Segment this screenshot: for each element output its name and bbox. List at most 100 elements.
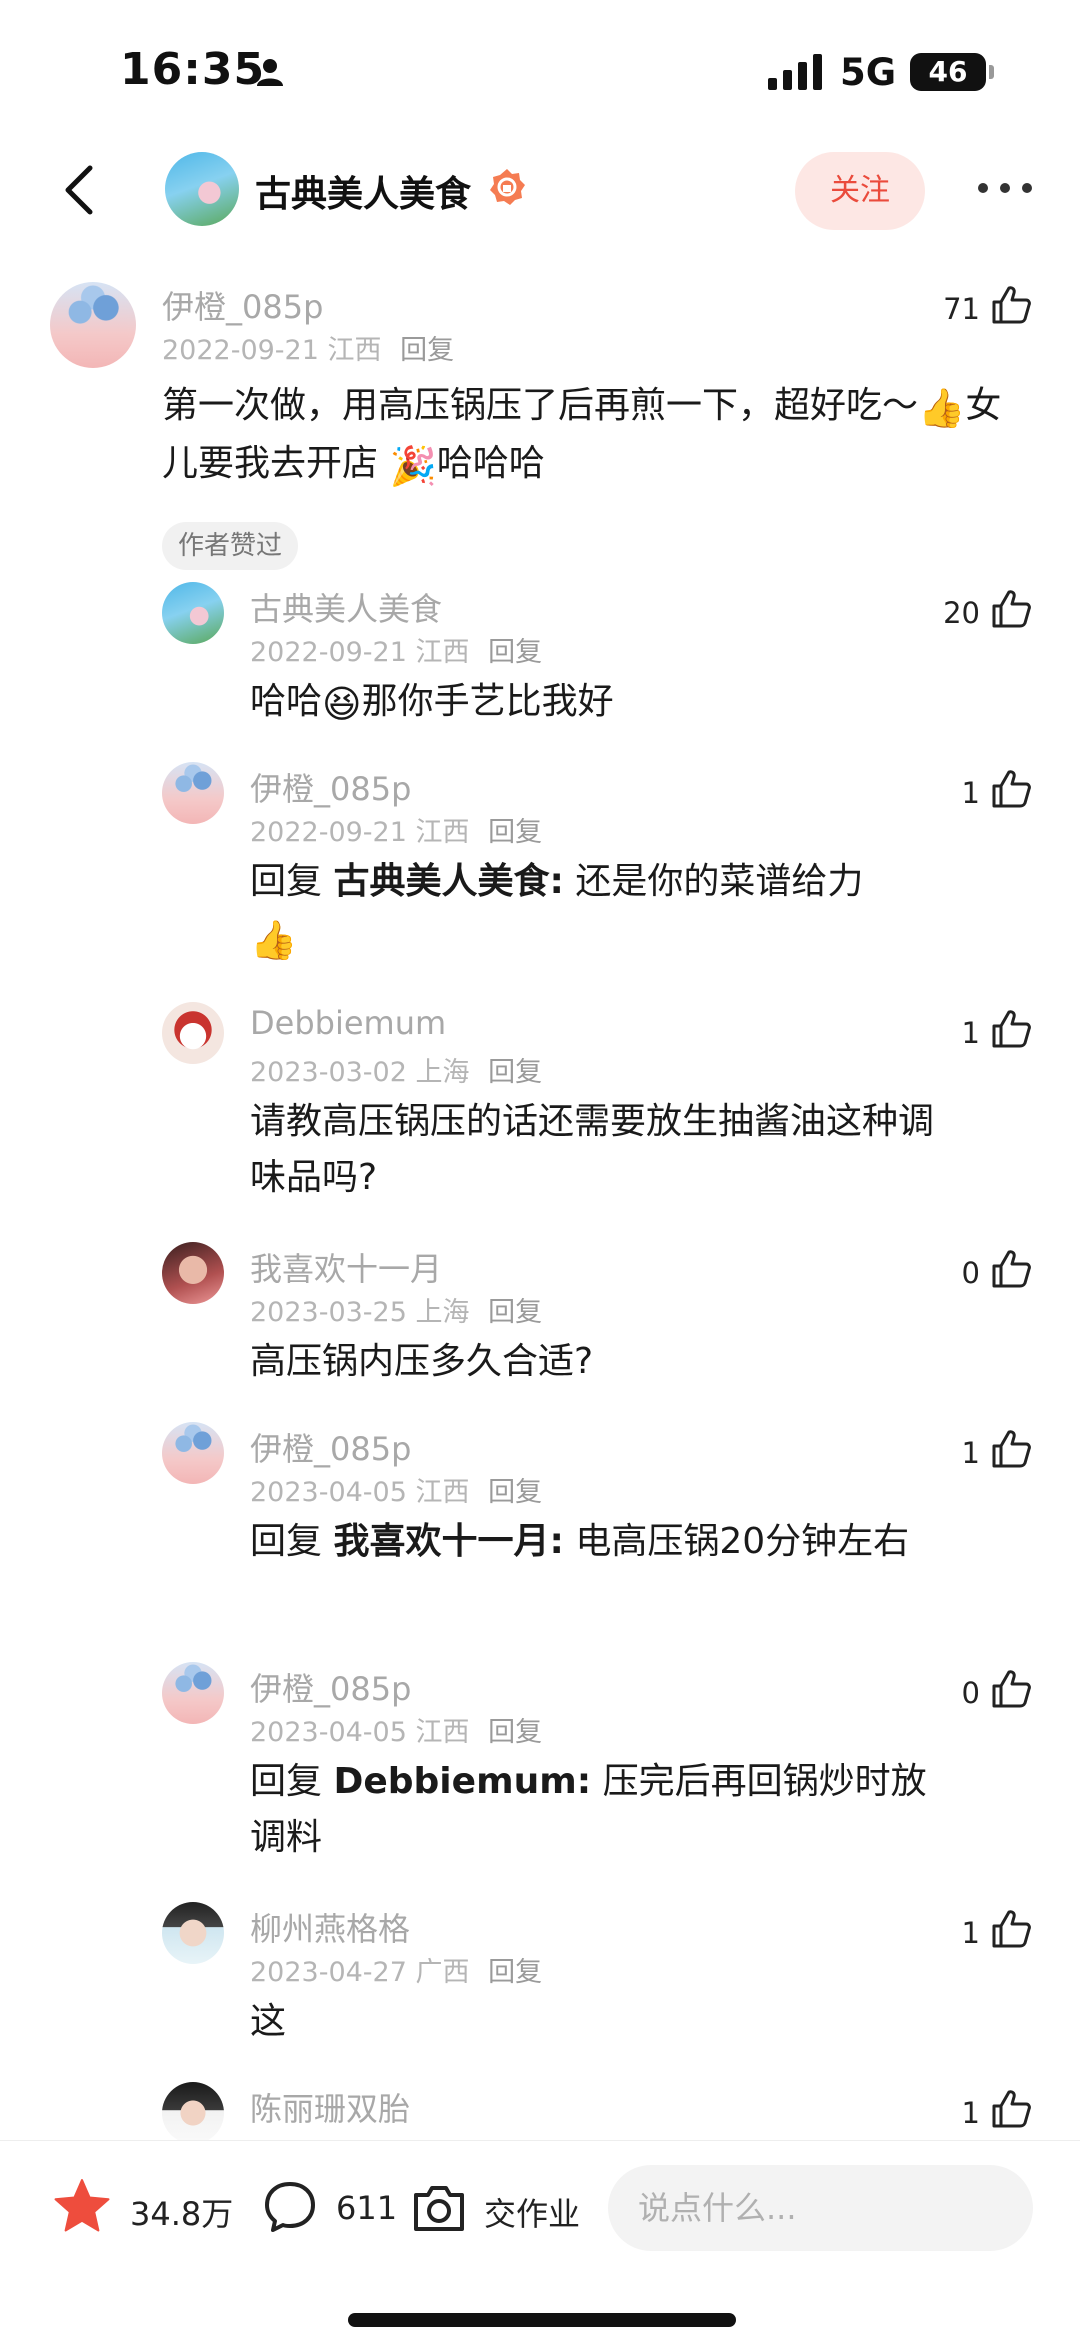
comment-text: 回复 我喜欢十一月: 电高压锅20分钟左右 bbox=[250, 1514, 950, 1570]
network-type: 5G bbox=[840, 51, 897, 94]
avatar[interactable] bbox=[162, 1902, 224, 1964]
collect-count[interactable]: 34.8万 bbox=[130, 2189, 233, 2235]
signal-icon bbox=[768, 54, 822, 90]
status-bar: 16:35 5G 46 bbox=[0, 0, 1080, 130]
reply-button[interactable]: 回复 bbox=[488, 1477, 542, 1508]
bottom-action-bar: 34.8万 611 交作业 bbox=[0, 2140, 1080, 2271]
comment-meta: 2023-04-27 广西 回复 bbox=[250, 1950, 542, 1989]
star-icon[interactable] bbox=[52, 2177, 112, 2237]
laughing-emoji: 😆 bbox=[322, 682, 362, 726]
comment-text: 请教高压锅压的话还需要放生抽酱油这种调味品吗? bbox=[250, 1101, 935, 1198]
comment-meta: 2022-09-21 江西 回复 bbox=[162, 328, 454, 367]
comment-date: 2023-04-27 bbox=[250, 1957, 407, 1988]
like-count: 1 bbox=[961, 2096, 980, 2130]
comment-input[interactable] bbox=[608, 2165, 1033, 2251]
like-count: 1 bbox=[961, 776, 980, 810]
comment-date: 2022-09-21 bbox=[162, 335, 319, 366]
reply-item: 古典美人美食 2022-09-21 江西 回复 20 哈哈😆那你手艺比我好 bbox=[0, 582, 1080, 752]
follow-button[interactable]: 关注 bbox=[795, 152, 925, 230]
reply-button[interactable]: 回复 bbox=[488, 1957, 542, 1988]
reply-item: 伊橙_085p 2023-04-05 江西 回复 0 回复 Debbiemum:… bbox=[0, 1662, 1080, 1882]
reply-button[interactable]: 回复 bbox=[488, 817, 542, 848]
reply-button[interactable]: 回复 bbox=[488, 637, 542, 668]
status-time: 16:35 bbox=[120, 44, 266, 95]
camera-icon[interactable] bbox=[410, 2179, 468, 2237]
comment-date: 2023-03-02 bbox=[250, 1057, 407, 1088]
reply-button[interactable]: 回复 bbox=[488, 1297, 542, 1328]
like-count: 1 bbox=[961, 1016, 980, 1050]
reply-button[interactable]: 回复 bbox=[400, 335, 454, 366]
comment-location: 上海 bbox=[415, 1057, 470, 1088]
reply-target[interactable]: Debbiemum: bbox=[333, 1761, 591, 1802]
like-icon[interactable] bbox=[990, 1908, 1032, 1950]
comment-location: 江西 bbox=[415, 1717, 470, 1748]
reply-target[interactable]: 我喜欢十一月: bbox=[333, 1521, 563, 1562]
like-icon[interactable] bbox=[990, 1668, 1032, 1710]
reply-button[interactable]: 回复 bbox=[488, 1057, 542, 1088]
comment-username[interactable]: 伊橙_085p bbox=[250, 764, 411, 810]
like-count: 20 bbox=[943, 596, 980, 630]
homework-button[interactable]: 交作业 bbox=[484, 2189, 580, 2235]
comment-text-part: 哈哈 bbox=[250, 681, 323, 722]
comment-username[interactable]: 我喜欢十一月 bbox=[250, 1244, 442, 1290]
avatar[interactable] bbox=[162, 2082, 224, 2140]
comment-text-part: 第一次做，用高压锅压了后再煎一下，超好吃～ bbox=[162, 385, 919, 426]
comment-username[interactable]: 伊橙_085p bbox=[162, 282, 323, 328]
reply-prefix: 回复 bbox=[250, 861, 323, 902]
author-name[interactable]: 古典美人美食 bbox=[255, 165, 471, 217]
reply-item: 伊橙_085p 2022-09-21 江西 回复 1 回复 古典美人美食: 还是… bbox=[0, 762, 1080, 982]
reply-item: 柳州燕格格 2023-04-27 广西 回复 1 这 bbox=[0, 1902, 1080, 2062]
comment-date: 2023-04-05 bbox=[250, 1477, 407, 1508]
author-avatar[interactable] bbox=[165, 152, 239, 226]
comment-count[interactable]: 611 bbox=[336, 2189, 397, 2227]
reply-target[interactable]: 古典美人美食: bbox=[333, 861, 563, 902]
like-icon[interactable] bbox=[990, 588, 1032, 630]
comment-username[interactable]: 陈丽珊双胎 bbox=[250, 2084, 410, 2130]
like-count: 1 bbox=[961, 1916, 980, 1950]
comment-text-part: 那你手艺比我好 bbox=[361, 681, 614, 722]
like-icon[interactable] bbox=[990, 284, 1032, 326]
avatar[interactable] bbox=[162, 762, 224, 824]
avatar[interactable] bbox=[162, 1002, 224, 1064]
reply-button[interactable]: 回复 bbox=[488, 1717, 542, 1748]
person-icon bbox=[257, 59, 283, 86]
comment-meta: 2023-03-02 上海 回复 bbox=[250, 1050, 542, 1089]
like-icon[interactable] bbox=[990, 1428, 1032, 1470]
comment-text: 高压锅内压多久合适? bbox=[250, 1341, 594, 1382]
comment-username[interactable]: 伊橙_085p bbox=[250, 1424, 411, 1470]
avatar[interactable] bbox=[162, 1242, 224, 1304]
thumbs-up-emoji: 👍 bbox=[918, 386, 966, 430]
comment-location: 江西 bbox=[415, 637, 470, 668]
like-icon[interactable] bbox=[990, 2088, 1032, 2130]
comment-username[interactable]: 柳州燕格格 bbox=[250, 1904, 410, 1950]
like-icon[interactable] bbox=[990, 1248, 1032, 1290]
comment-meta: 2023-04-05 江西 回复 bbox=[250, 1710, 542, 1749]
comment-location: 广西 bbox=[415, 1957, 470, 1988]
party-popper-emoji: 🎉 bbox=[389, 444, 437, 488]
like-count: 1 bbox=[961, 1436, 980, 1470]
battery-indicator: 46 bbox=[910, 53, 994, 91]
comment-location: 江西 bbox=[415, 1477, 470, 1508]
comment-list: 伊橙_085p 2022-09-21 江西 回复 71 第一次做，用高压锅压了后… bbox=[0, 260, 1080, 2140]
like-icon[interactable] bbox=[990, 768, 1032, 810]
top-bar: 古典美人美食 关注 bbox=[0, 140, 1080, 240]
avatar[interactable] bbox=[162, 582, 224, 644]
avatar[interactable] bbox=[162, 1422, 224, 1484]
comment-icon[interactable] bbox=[262, 2179, 318, 2235]
comment-username[interactable]: 伊橙_085p bbox=[250, 1664, 411, 1710]
comment-username[interactable]: Debbiemum bbox=[250, 1004, 446, 1042]
comment-username[interactable]: 古典美人美食 bbox=[250, 584, 442, 630]
comment-meta: 2022-09-21 江西 回复 bbox=[250, 810, 542, 849]
back-icon[interactable] bbox=[52, 160, 112, 220]
thumbs-up-emoji: 👍 bbox=[250, 918, 298, 962]
like-icon[interactable] bbox=[990, 1008, 1032, 1050]
avatar[interactable] bbox=[162, 1662, 224, 1724]
comment-text-part: 电高压锅20分钟左右 bbox=[575, 1521, 910, 1562]
comment-text: 这 bbox=[250, 2001, 287, 2042]
comment-meta: 2022-09-21 江西 回复 bbox=[250, 630, 542, 669]
comment-text: 回复 古典美人美食: 还是你的菜谱给力 👍 bbox=[250, 854, 950, 968]
reply-item: 陈丽珊双胎 1 bbox=[0, 2082, 1080, 2140]
avatar[interactable] bbox=[50, 282, 136, 368]
more-icon[interactable] bbox=[975, 178, 1035, 198]
verified-badge-icon bbox=[490, 169, 525, 205]
